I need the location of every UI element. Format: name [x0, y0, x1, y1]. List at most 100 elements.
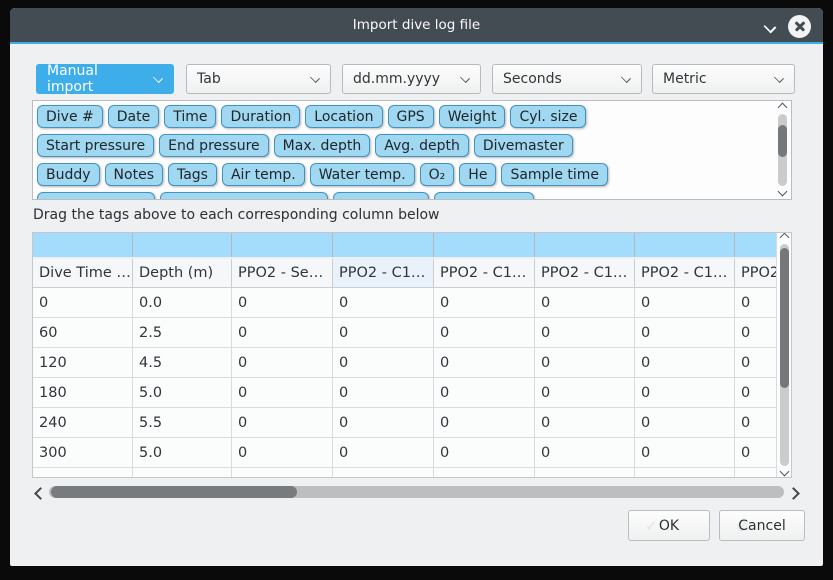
table-cell: 0 [434, 408, 535, 437]
tag-chip[interactable]: End pressure [159, 134, 269, 157]
tag-chip[interactable] [333, 192, 429, 200]
scroll-up-icon[interactable] [777, 103, 787, 111]
column-header[interactable]: PPO2 - C1… [333, 259, 434, 287]
drag-hint-label: Drag the tags above to each correspondin… [33, 207, 440, 223]
table-cell: 120 [33, 348, 133, 377]
tag-chip[interactable] [434, 192, 534, 200]
date-format-select[interactable]: dd.mm.yyyy [342, 64, 481, 94]
close-icon[interactable] [788, 15, 811, 38]
collapse-chevron-down-icon[interactable] [764, 20, 776, 32]
tag-chip[interactable]: Sample time [501, 163, 608, 186]
table-cell: 0 [535, 408, 635, 437]
chevron-down-icon [774, 74, 784, 84]
cancel-button[interactable]: ⊘ Cancel [719, 510, 805, 541]
column-drop-target[interactable] [535, 233, 635, 257]
column-drop-target[interactable] [133, 233, 232, 257]
column-drop-target[interactable] [33, 233, 133, 257]
tag-chip[interactable]: Divemaster [474, 134, 573, 157]
column-header[interactable]: PPO2 - Se… [232, 259, 333, 287]
tag-chip[interactable]: Air temp. [222, 163, 305, 186]
tag-chip[interactable]: Time [164, 105, 216, 128]
tag-chip[interactable]: Dive # [37, 105, 103, 128]
duration-format-select[interactable]: Seconds [492, 64, 642, 94]
tag-chip[interactable]: Water temp. [310, 163, 415, 186]
column-header[interactable]: PPO2 - C1… [535, 259, 635, 287]
table-cell: 0 [635, 378, 735, 407]
tag-chip[interactable]: Duration [221, 105, 300, 128]
table-scrollbar[interactable] [776, 233, 791, 477]
scroll-right-icon[interactable] [790, 486, 799, 498]
import-mode-select[interactable]: Manual import [36, 64, 174, 94]
tag-chip[interactable]: He [459, 163, 496, 186]
table-cell: 0 [635, 348, 735, 377]
column-header[interactable]: PPO2 [735, 259, 776, 287]
tag-chip[interactable]: Avg. depth [375, 134, 469, 157]
table-cell [33, 468, 133, 477]
chevron-down-icon [621, 74, 631, 84]
column-drop-target[interactable] [434, 233, 535, 257]
table-cell: 0 [333, 348, 434, 377]
column-drop-target[interactable] [735, 233, 776, 257]
tag-chip[interactable]: GPS [388, 105, 434, 128]
tag-row: Dive #DateTimeDurationLocation GPSWeightC… [37, 105, 771, 128]
column-header[interactable]: Dive Time … [33, 259, 133, 287]
column-drop-target[interactable] [635, 233, 735, 257]
table-cell: 0 [333, 318, 434, 347]
table-cell: 0 [232, 288, 333, 317]
table-cell: 0 [735, 408, 776, 437]
tag-chip[interactable]: Weight [439, 105, 506, 128]
table-cell: 0 [535, 438, 635, 467]
tag-chip[interactable]: Start pressure [37, 134, 154, 157]
tag-row: Start pressureEnd pressureMax. depthAvg.… [37, 134, 771, 157]
tag-chip[interactable] [37, 192, 155, 200]
scrollbar-track[interactable] [780, 244, 789, 466]
column-header[interactable]: PPO2 - C1… [434, 259, 535, 287]
scrollbar-thumb[interactable] [51, 486, 297, 498]
tag-chip[interactable] [160, 192, 328, 200]
tag-chip[interactable]: Notes [105, 163, 163, 186]
column-drop-target[interactable] [232, 233, 333, 257]
scrollbar-track[interactable] [49, 486, 784, 498]
table-cell: 0 [232, 378, 333, 407]
table-cell: 0 [635, 318, 735, 347]
tag-chip[interactable]: Max. depth [274, 134, 371, 157]
tag-chip[interactable]: Cyl. size [510, 105, 586, 128]
ok-label: OK [659, 518, 679, 534]
scroll-down-icon[interactable] [779, 469, 789, 477]
table-cell: 5.0 [133, 378, 232, 407]
table-cell: 0 [33, 288, 133, 317]
column-header[interactable]: Depth (m) [133, 259, 232, 287]
import-preview-table: Dive Time …Depth (m)PPO2 - Se…PPO2 - C1…… [32, 232, 792, 478]
scroll-up-icon[interactable] [779, 233, 789, 241]
ok-button[interactable]: ✓ OK [628, 510, 710, 541]
table-cell: 0 [735, 348, 776, 377]
scrollbar-thumb[interactable] [778, 125, 787, 157]
column-header[interactable]: PPO2 - C1… [635, 259, 735, 287]
table-cell: 0 [535, 318, 635, 347]
tag-panel-scrollbar[interactable] [775, 103, 789, 197]
column-drop-target[interactable] [333, 233, 434, 257]
tag-row [37, 192, 771, 200]
units-select[interactable]: Metric [652, 64, 795, 94]
table-cell [232, 468, 333, 477]
tag-chip[interactable]: Tags [168, 163, 217, 186]
tag-chip[interactable]: Buddy [37, 163, 100, 186]
table-cell: 0 [434, 288, 535, 317]
table-cell: 0 [434, 378, 535, 407]
scroll-down-icon[interactable] [777, 189, 787, 197]
tag-chip[interactable]: Date [108, 105, 159, 128]
horizontal-scrollbar[interactable] [34, 484, 799, 500]
table-cell [635, 468, 735, 477]
import-dive-log-dialog: Import dive log file Manual import Tab d… [10, 8, 823, 566]
scrollbar-track[interactable] [778, 114, 787, 186]
chevron-down-icon [310, 74, 320, 84]
tag-chip[interactable]: O₂ [420, 163, 455, 186]
chevron-down-icon [153, 74, 163, 84]
scrollbar-thumb[interactable] [780, 248, 789, 388]
date-format-value: dd.mm.yyyy [353, 71, 452, 87]
scroll-left-icon[interactable] [34, 486, 43, 498]
tag-chip[interactable]: Location [305, 105, 382, 128]
separator-select[interactable]: Tab [186, 64, 331, 94]
table-cell: 0 [635, 408, 735, 437]
import-mode-value: Manual import [47, 63, 145, 95]
